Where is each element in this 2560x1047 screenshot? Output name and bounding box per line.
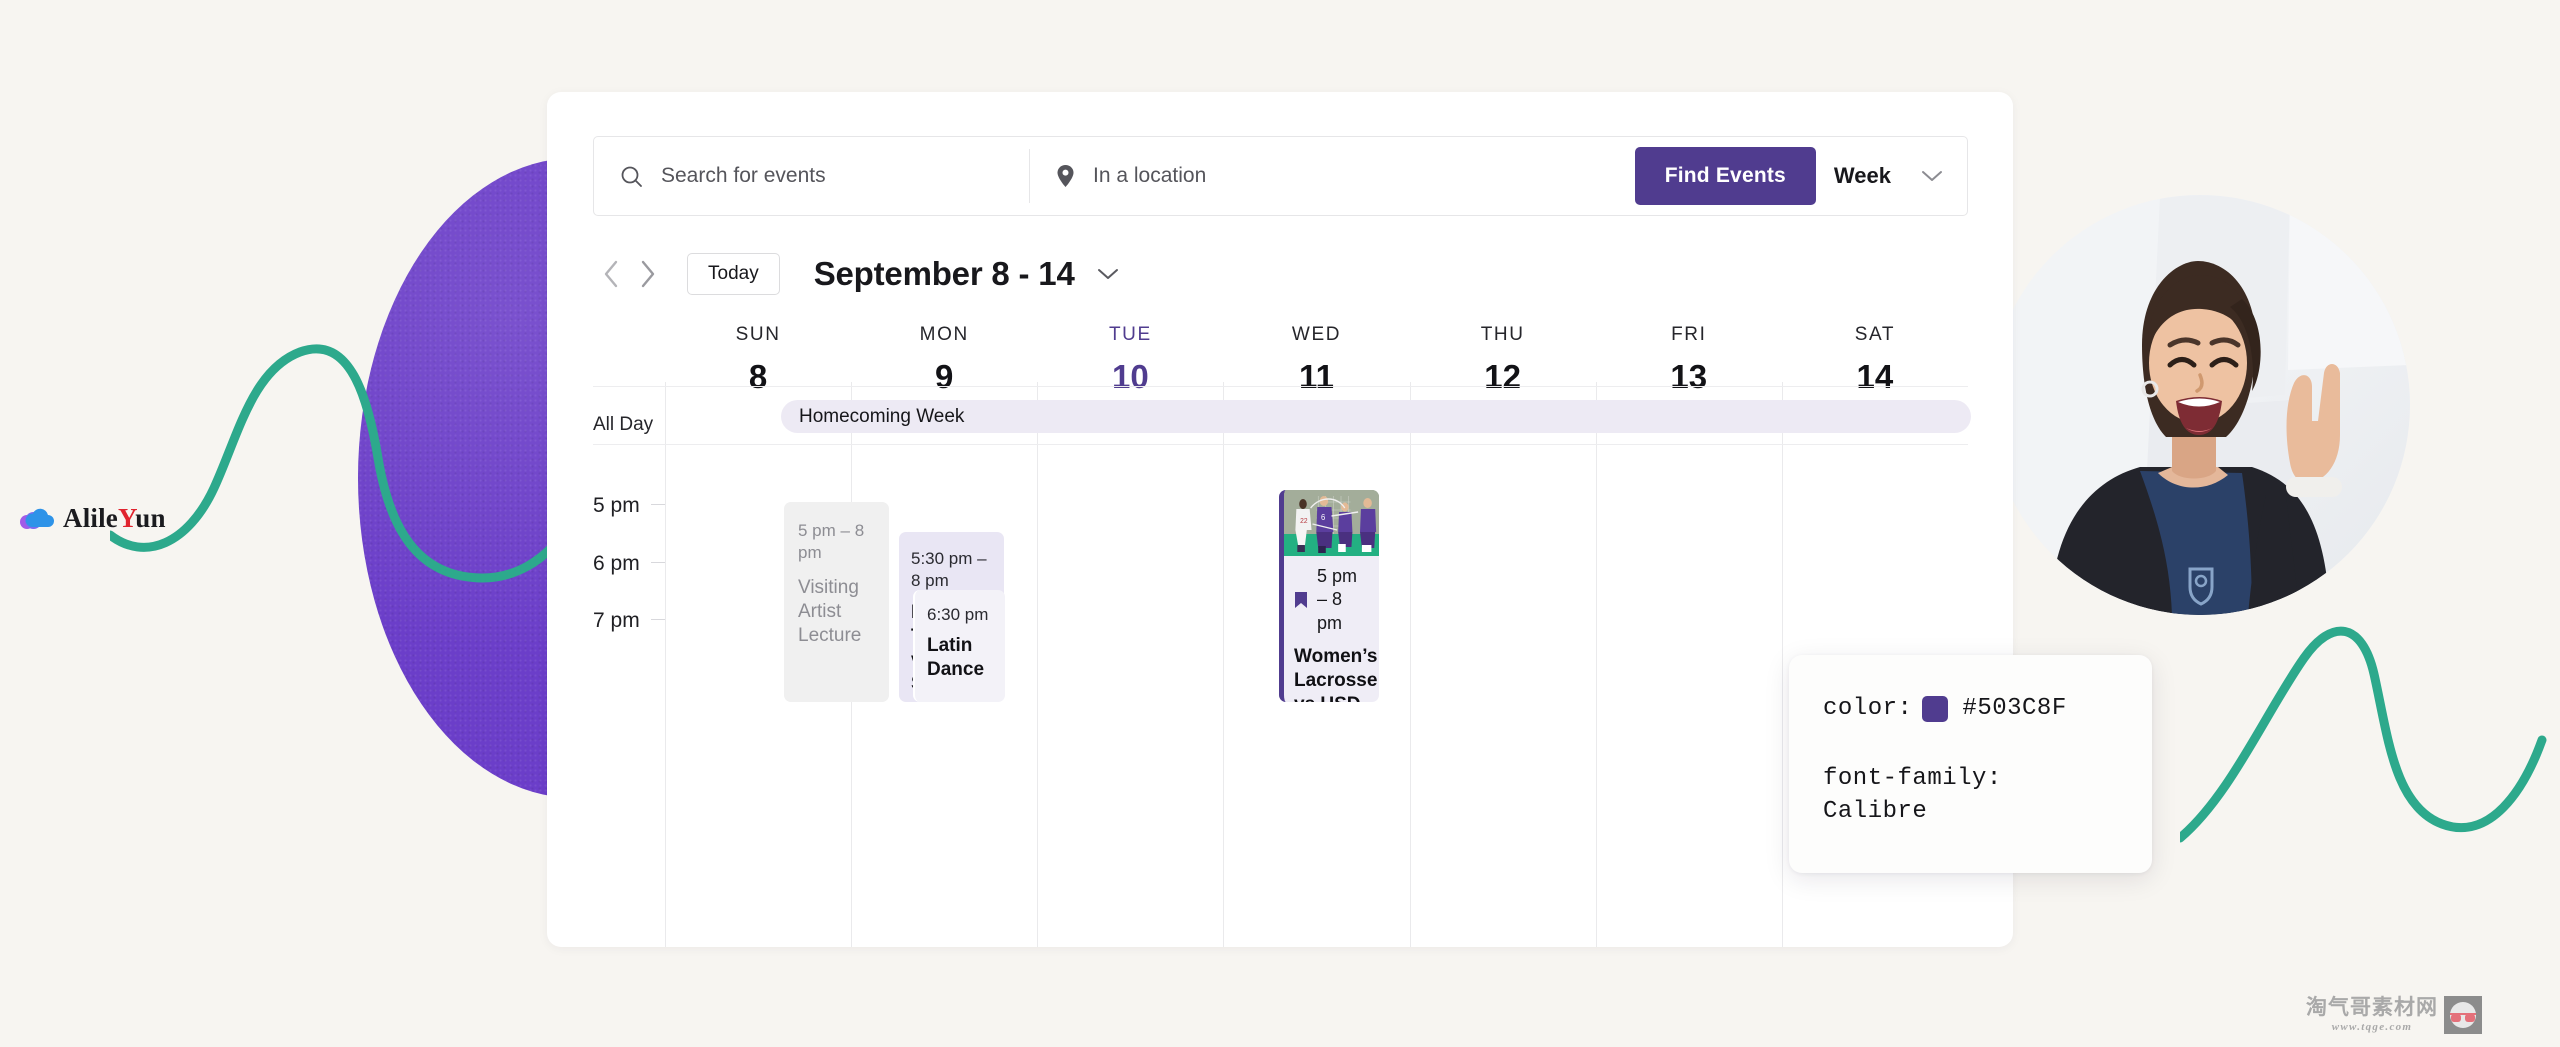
date-range-label: September 8 - 14 [813, 255, 1075, 292]
hour-tick-6pm [651, 562, 665, 563]
search-location-placeholder: In a location [1093, 164, 1207, 187]
day-name: SAT [1854, 324, 1896, 345]
allday-label: All Day [593, 414, 654, 435]
day-name: FRI [1671, 324, 1707, 345]
day-name: TUE [1108, 324, 1152, 345]
watermark: 淘气哥素材网 www.tqge.com [2306, 996, 2482, 1034]
allday-event-homecoming-week[interactable]: Homecoming Week [781, 400, 1971, 433]
logo-text-accent: Y [118, 503, 136, 533]
hour-tick-7pm [651, 619, 665, 620]
day-name: THU [1480, 324, 1525, 345]
day-column-tue[interactable] [1037, 382, 1223, 947]
day-name: MON [919, 324, 969, 345]
student-photo [1990, 195, 2410, 615]
event-womens-lacrosse-vs-usd[interactable]: 22 6 5 pm – 8 pm Women’s Lacrosse [1279, 490, 1379, 702]
event-thumbnail-lacrosse: 22 6 [1284, 490, 1379, 556]
teal-wave-right [2180, 626, 2547, 843]
tooltip-color-property: color: [1823, 695, 1913, 722]
color-swatch [1922, 695, 1949, 722]
find-events-button[interactable]: Find Events [1634, 147, 1816, 205]
view-mode-select[interactable]: Week [1834, 163, 1943, 189]
student-photo-illustration [1990, 195, 2410, 615]
date-navigation: Today September 8 - 14 [593, 252, 1119, 296]
day-column-fri[interactable] [1595, 382, 1782, 947]
chevron-right-icon [641, 260, 654, 288]
svg-text:22: 22 [1300, 518, 1308, 525]
event-time: 5 pm – 8 pm [1317, 566, 1358, 633]
bookmark-icon [1295, 592, 1307, 609]
next-week-button[interactable] [629, 252, 665, 296]
hour-label-6pm: 6 pm [593, 552, 640, 575]
page-root: AlileYun Search for events In a location… [0, 0, 2560, 1047]
event-title: Latin Dance [927, 635, 985, 680]
event-time: 5 pm – 8 pm [798, 521, 865, 563]
event-meta-row: 5 pm – 8 pm [1284, 556, 1379, 635]
event-time: 5:30 pm – 8 pm [911, 549, 987, 591]
location-pin-icon [1057, 165, 1074, 187]
event-visiting-artist-lecture[interactable]: 5 pm – 8 pm Visiting Artist Lecture [784, 502, 889, 702]
prev-week-button[interactable] [593, 252, 629, 296]
allday-top-rule [593, 386, 1968, 387]
teal-wave-left [110, 344, 570, 583]
event-time: 6:30 pm [927, 605, 989, 624]
allday-event-title: Homecoming Week [799, 405, 965, 427]
hour-label-7pm: 7 pm [593, 609, 640, 632]
day-column-thu[interactable] [1409, 382, 1596, 947]
logo-text-suffix: un [135, 503, 166, 533]
chevron-down-icon [1922, 170, 1942, 181]
style-tooltip: color: #503C8F font-family: Calibre [1789, 655, 2152, 873]
event-latin-dance[interactable]: 6:30 pm Latin Dance [913, 590, 1005, 702]
allday-bottom-rule [593, 444, 1968, 445]
tooltip-font-row: font-family: Calibre [1823, 762, 2118, 828]
cloud-icon [20, 507, 54, 530]
hour-label-5pm: 5 pm [593, 494, 640, 517]
search-location-field[interactable]: In a location [1030, 137, 1635, 215]
tooltip-font-value: Calibre [1823, 798, 1928, 826]
chevron-down-icon [1097, 268, 1118, 279]
tooltip-color-row: color: #503C8F [1823, 695, 2118, 722]
date-range-title[interactable]: September 8 - 14 [814, 255, 1119, 293]
search-events-placeholder: Search for events [661, 164, 826, 187]
search-events-field[interactable]: Search for events [594, 137, 1029, 215]
brand-logo[interactable]: AlileYun [20, 503, 166, 534]
watermark-chinese: 淘气哥素材网 [2306, 995, 2438, 1019]
calendar-inner: SUN 8 MON 9 TUE 10 WED 11 THU 12 FRI 13 … [593, 324, 1971, 947]
search-icon [621, 166, 642, 187]
today-button[interactable]: Today [687, 253, 780, 295]
day-name: SUN [735, 324, 781, 345]
event-title: Women’s Lacrosse vs USD [1294, 646, 1378, 702]
logo-text-prefix: Alile [63, 503, 118, 533]
svg-text:6: 6 [1321, 513, 1325, 522]
watermark-badge [2444, 996, 2482, 1034]
event-title: Visiting Artist Lecture [798, 577, 862, 646]
search-bar: Search for events In a location Find Eve… [593, 136, 1968, 216]
hour-tick-5pm [651, 504, 665, 505]
tooltip-color-value: #503C8F [1962, 695, 2067, 722]
day-name: WED [1291, 324, 1342, 345]
watermark-url: www.tqge.com [2331, 1021, 2413, 1033]
glasses-icon [2450, 1002, 2476, 1028]
tooltip-font-property: font-family: [1823, 765, 2002, 792]
watermark-text: 淘气哥素材网 www.tqge.com [2306, 995, 2438, 1034]
view-mode-label: Week [1833, 163, 1891, 188]
brand-logo-text: AlileYun [63, 503, 166, 534]
chevron-left-icon [604, 260, 617, 288]
